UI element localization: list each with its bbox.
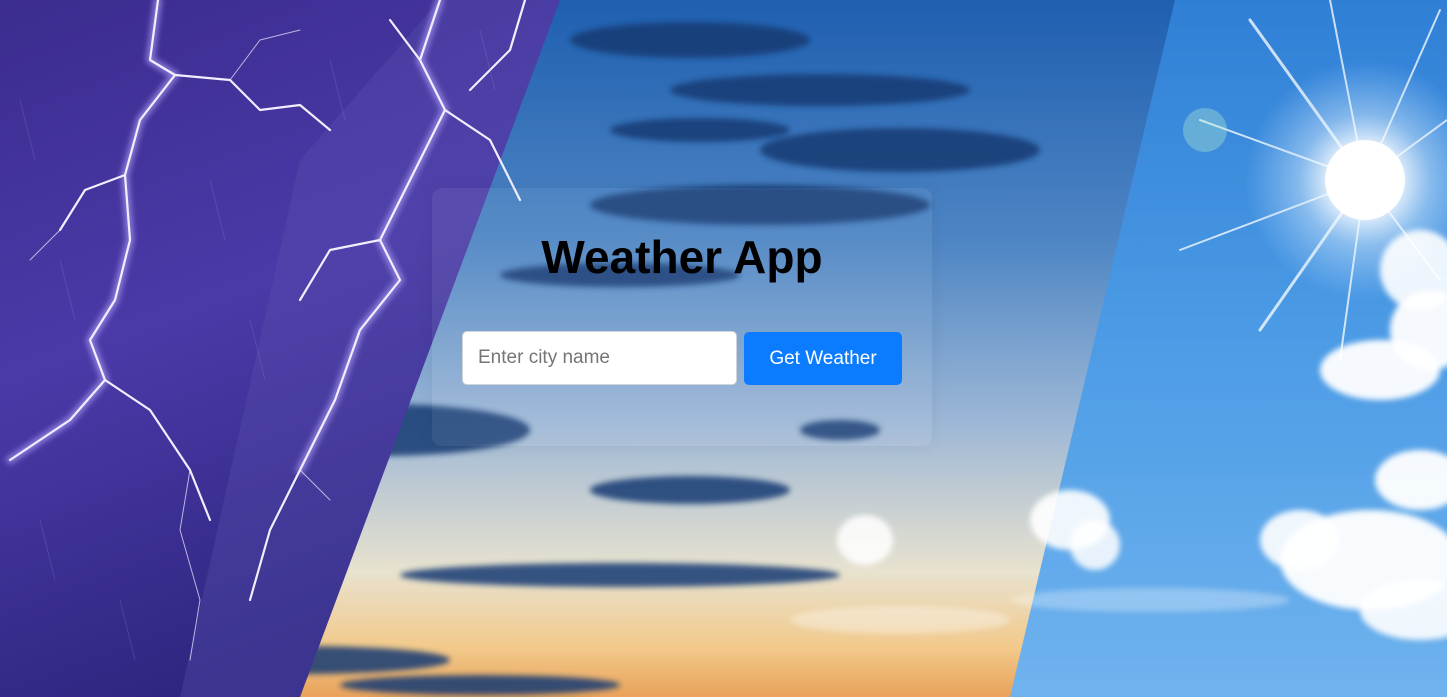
page-title: Weather App: [541, 231, 823, 283]
get-weather-button[interactable]: Get Weather: [744, 332, 902, 385]
city-search-input[interactable]: [462, 331, 737, 385]
